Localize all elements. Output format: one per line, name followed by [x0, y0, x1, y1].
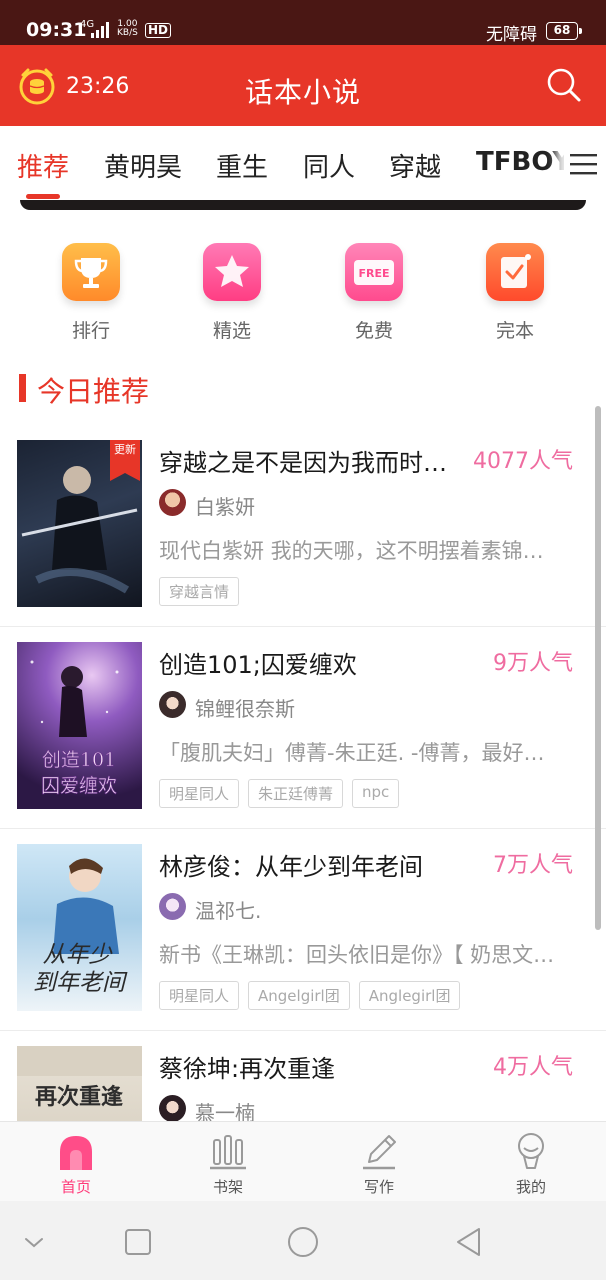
search-icon[interactable] [546, 67, 582, 103]
tab-rebirth[interactable]: 重生 [216, 147, 268, 184]
book-tag[interactable]: Anglegirl团 [358, 981, 461, 1010]
quick-link-label: 精选 [212, 320, 251, 342]
hd-badge: HD [145, 23, 172, 38]
author-avatar [159, 893, 186, 920]
book-tags: 明星同人 朱正廷傅菁 npc [159, 779, 400, 808]
bottom-nav: 首页 书架 写作 我的 [0, 1121, 606, 1201]
author-name[interactable]: 慕一楠 [195, 1097, 255, 1121]
home-icon [60, 1136, 92, 1170]
status-time: 09:31 [26, 19, 87, 41]
svg-text:到年老间: 到年老间 [33, 970, 128, 996]
book-tag[interactable]: 朱正廷傅菁 [248, 779, 344, 808]
category-tabs: 推荐 黄明昊 重生 同人 穿越 TFBOYS [0, 126, 606, 202]
svg-text:从年少: 从年少 [43, 942, 114, 968]
trophy-icon [62, 243, 120, 301]
active-tab-indicator [26, 194, 60, 199]
quick-link-ranking[interactable]: 排行 [46, 243, 136, 343]
section-title: 今日推荐 [37, 375, 150, 408]
quick-link-completed[interactable]: 完本 [470, 243, 560, 343]
book-popularity: 7万人气 [493, 853, 573, 878]
book-tag[interactable]: 明星同人 [159, 981, 240, 1010]
profile-icon [518, 1133, 544, 1169]
signal-icon [91, 22, 109, 38]
network-speed: 1.00 KB/S [117, 19, 138, 38]
tab-tfboys[interactable]: TFBOYS [476, 147, 564, 177]
book-description: 现代白紫妍 我的天哪，这不明摆着素锦… [159, 539, 544, 563]
scrollbar[interactable] [595, 406, 601, 930]
tab-huang-minghao[interactable]: 黄明昊 [104, 147, 182, 184]
quick-link-free[interactable]: FREE 免费 [329, 243, 419, 343]
svg-text:囚爱缠欢: 囚爱缠欢 [41, 775, 117, 797]
nav-home[interactable]: 首页 [31, 1130, 121, 1197]
svg-text:创造101: 创造101 [42, 749, 116, 771]
book-popularity: 4万人气 [493, 1055, 573, 1080]
author-avatar [159, 489, 186, 516]
tab-time-travel[interactable]: 穿越 [389, 147, 441, 184]
nav-label: 书架 [212, 1178, 243, 1196]
book-tags: 明星同人 Angelgirl团 Anglegirl团 [159, 981, 461, 1010]
book-title: 穿越之是不是因为我而时… [159, 449, 447, 477]
free-badge-text: FREE [358, 267, 389, 280]
star-icon [203, 243, 261, 301]
author-name[interactable]: 白紫妍 [195, 491, 255, 520]
tab-tfboys-clip: TFBOYS [476, 147, 564, 177]
book-item[interactable]: 更新 穿越之是不是因为我而时… 4077人气 白紫妍 现代白紫妍 我的天哪，这不… [0, 425, 606, 627]
free-tag-icon: FREE [345, 243, 403, 301]
home-circle-icon[interactable] [286, 1225, 320, 1259]
tab-fan-fiction[interactable]: 同人 [303, 147, 355, 184]
system-nav-bar [0, 1201, 606, 1280]
book-tag[interactable]: npc [352, 779, 400, 808]
book-description: 新书《王琳凯：回头依旧是你》【 奶思文… [159, 943, 555, 967]
book-tag[interactable]: Angelgirl团 [248, 981, 350, 1010]
checklist-icon [486, 243, 544, 301]
svg-text:再次重逢: 再次重逢 [35, 1084, 123, 1110]
bookshelf-icon [210, 1135, 246, 1170]
book-title: 林彦俊：从年少到年老间 [159, 853, 423, 881]
quick-link-label: 完本 [495, 320, 534, 342]
battery-icon: 68 [546, 22, 582, 40]
author-name[interactable]: 温祁七. [195, 895, 261, 924]
quick-link-featured[interactable]: 精选 [187, 243, 277, 343]
author-name[interactable]: 锦鲤很奈斯 [195, 693, 295, 722]
book-tag[interactable]: 穿越言情 [159, 577, 240, 606]
book-cover[interactable]: 更新 [17, 440, 142, 607]
book-cover[interactable]: 再次重逢 [17, 1046, 142, 1121]
pencil-icon [363, 1135, 396, 1170]
app-title: 话本小说 [244, 76, 361, 109]
book-cover[interactable]: 创造101 囚爱缠欢 [17, 642, 142, 809]
recents-square-icon[interactable] [121, 1225, 155, 1259]
nav-label: 首页 [60, 1178, 91, 1196]
quick-link-label: 排行 [71, 320, 110, 342]
book-title: 创造101;囚爱缠欢 [159, 651, 357, 679]
accessibility-label: 无障碍 [486, 25, 537, 45]
book-tag[interactable]: 明星同人 [159, 779, 240, 808]
banner-carousel[interactable] [20, 200, 586, 210]
book-tags: 穿越言情 [159, 577, 240, 606]
tab-recommend[interactable]: 推荐 [17, 147, 69, 184]
section-accent-bar [19, 374, 26, 402]
book-item[interactable]: 再次重逢 蔡徐坤:再次重逢 4万人气 慕一楠 [0, 1031, 606, 1121]
book-cover[interactable]: 从年少 到年老间 [17, 844, 142, 1011]
book-item[interactable]: 从年少 到年老间 林彦俊：从年少到年老间 7万人气 温祁七. 新书《王琳凯：回头… [0, 829, 606, 1031]
back-triangle-icon[interactable] [452, 1225, 486, 1259]
book-popularity: 4077人气 [473, 449, 573, 474]
nav-profile[interactable]: 我的 [486, 1130, 576, 1197]
book-popularity: 9万人气 [493, 651, 573, 676]
status-bar: 09:31 4G 1.00 KB/S HD 无障碍 68 [0, 0, 606, 45]
book-description: 「腹肌夫妇」傅菁-朱正廷. -傅菁，最好… [159, 741, 545, 765]
update-badge: 更新 [110, 440, 140, 481]
app-bar: 23:26 话本小说 [0, 45, 606, 126]
nav-label: 我的 [515, 1178, 546, 1196]
author-avatar [159, 691, 186, 718]
tab-menu-button[interactable] [564, 136, 606, 192]
author-avatar [159, 1095, 186, 1121]
book-title: 蔡徐坤:再次重逢 [159, 1055, 336, 1083]
nav-label: 写作 [363, 1178, 394, 1196]
quick-link-label: 免费 [354, 320, 393, 342]
collapse-chevron-icon[interactable] [17, 1225, 51, 1259]
nav-write[interactable]: 写作 [334, 1130, 424, 1197]
nav-bookshelf[interactable]: 书架 [183, 1130, 273, 1197]
menu-icon [570, 154, 597, 175]
book-item[interactable]: 创造101 囚爱缠欢 创造101;囚爱缠欢 9万人气 锦鲤很奈斯 「腹肌夫妇」傅… [0, 627, 606, 829]
